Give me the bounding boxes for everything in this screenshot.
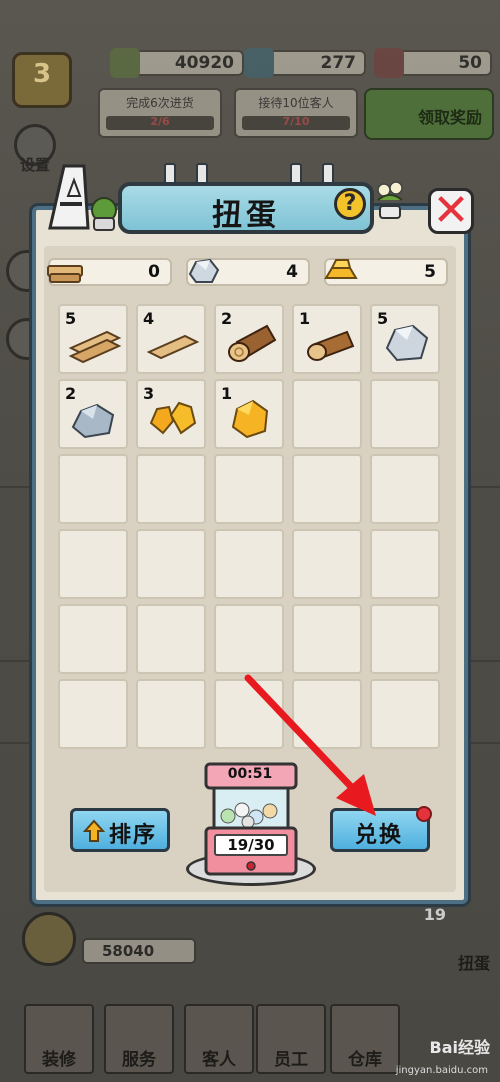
- help-symbol: ?: [343, 191, 357, 216]
- task-progress: 2/6: [150, 115, 170, 128]
- inventory-slot-empty[interactable]: [370, 379, 440, 449]
- tab-label: 员工: [274, 1050, 308, 1070]
- claim-reward-label: 领取奖励: [417, 108, 482, 127]
- task-label: 接待10位客人: [258, 96, 334, 110]
- gold-ore-icon: [231, 399, 269, 439]
- inventory-slot-empty[interactable]: [136, 679, 206, 749]
- task-progress: 7/10: [282, 115, 310, 128]
- summary-gold: 5: [324, 258, 448, 286]
- tutorial-arrow-icon: [244, 674, 376, 816]
- cash-counter: 40920: [110, 48, 244, 78]
- gold-bar-icon: [324, 259, 358, 279]
- watermark-url: jingyan.baidu.com: [395, 1065, 488, 1076]
- sort-button[interactable]: 排序: [70, 808, 170, 852]
- inventory-slot[interactable]: 1: [214, 379, 284, 449]
- inventory-slot-empty[interactable]: [58, 454, 128, 524]
- inventory-slot-empty[interactable]: [214, 604, 284, 674]
- top-hud: 3 40920 277 50 完成6次进货 2/6 接待10位客人 7/10 领…: [0, 0, 500, 174]
- gacha-shortcut-label[interactable]: 扭蛋: [458, 950, 490, 974]
- inventory-slot-empty[interactable]: [370, 529, 440, 599]
- inventory-slot-empty[interactable]: [58, 604, 128, 674]
- video-ad-icon[interactable]: [22, 912, 76, 966]
- sort-label: 排序: [109, 823, 158, 848]
- watermark-brand: Bai经验: [429, 1038, 490, 1057]
- summary-stone: 4: [186, 258, 310, 286]
- tab-label: 服务: [122, 1050, 156, 1070]
- inventory-slot[interactable]: 2: [58, 379, 128, 449]
- inventory-slot[interactable]: 5: [370, 304, 440, 374]
- inventory-slot[interactable]: 3: [136, 379, 206, 449]
- task-card-2[interactable]: 接待10位客人 7/10: [234, 88, 358, 138]
- gold-ore-icon: [149, 401, 197, 435]
- task-label: 完成6次进货: [126, 96, 194, 110]
- close-button[interactable]: ✕: [428, 185, 474, 236]
- cash-value: 40920: [174, 53, 234, 73]
- level-badge[interactable]: 3: [12, 52, 72, 108]
- wood-plank-icon: [47, 265, 83, 283]
- inventory-slot[interactable]: 1: [292, 304, 362, 374]
- gacha-badge: 19: [423, 905, 446, 924]
- summary-count: 0: [148, 262, 160, 282]
- tab-label: 客人: [202, 1050, 236, 1070]
- tab-staff[interactable]: 员工: [256, 1004, 326, 1074]
- arrow-up-icon: [83, 819, 105, 842]
- stone-icon: [71, 403, 115, 439]
- inventory-slot-empty[interactable]: [214, 454, 284, 524]
- stone-icon: [385, 324, 429, 362]
- inventory-slot-empty[interactable]: [370, 454, 440, 524]
- tab-customers[interactable]: 客人: [184, 1004, 254, 1074]
- task-card-1[interactable]: 完成6次进货 2/6: [98, 88, 222, 138]
- tab-decorate[interactable]: 装修: [24, 1004, 94, 1074]
- claim-reward-button[interactable]: 领取奖励: [364, 88, 494, 140]
- inventory-slot-empty[interactable]: [58, 679, 128, 749]
- inventory-slot-empty[interactable]: [58, 529, 128, 599]
- potted-plant-icon: [91, 197, 117, 231]
- cash-icon: [110, 48, 140, 78]
- bottom-money-value: 58040: [102, 942, 155, 960]
- bottom-money-counter: 58040: [82, 938, 196, 964]
- rose-icon: [374, 48, 404, 78]
- task-progress-bar: 2/6: [106, 115, 214, 130]
- log-icon: [307, 330, 355, 361]
- rose-value: 50: [458, 53, 482, 73]
- gem-icon: [244, 48, 274, 78]
- plank-icon: [146, 334, 200, 360]
- tab-label: 仓库: [348, 1050, 382, 1070]
- summary-wood: 0: [47, 258, 172, 286]
- summary-count: 5: [424, 262, 436, 282]
- gem-value: 277: [320, 53, 357, 73]
- tab-warehouse[interactable]: 仓库: [330, 1004, 400, 1074]
- modal-title: 扭蛋: [212, 198, 280, 233]
- gem-counter: 277: [244, 48, 366, 78]
- plank-icon: [68, 330, 122, 364]
- log-icon: [228, 324, 277, 362]
- wet-floor-sign-icon: [48, 164, 90, 230]
- inventory-slot-empty[interactable]: [292, 379, 362, 449]
- stone-icon: [188, 258, 220, 283]
- inventory-slot-empty[interactable]: [292, 454, 362, 524]
- inventory-slot-empty[interactable]: [136, 454, 206, 524]
- inventory-slot-empty[interactable]: [292, 604, 362, 674]
- notification-dot: [416, 806, 432, 822]
- flower-pot-icon: [377, 181, 403, 219]
- level-value: 3: [32, 59, 52, 89]
- inventory-slot[interactable]: 2: [214, 304, 284, 374]
- tab-label: 装修: [42, 1050, 76, 1070]
- inventory-slot-empty[interactable]: [136, 529, 206, 599]
- tab-service[interactable]: 服务: [104, 1004, 174, 1074]
- machine-count: 19/30: [214, 834, 288, 856]
- inventory-slot-empty[interactable]: [214, 529, 284, 599]
- task-progress-bar: 7/10: [242, 115, 350, 130]
- help-icon[interactable]: ?: [334, 188, 366, 220]
- summary-count: 4: [286, 262, 298, 282]
- close-icon: ✕: [432, 185, 470, 236]
- inventory-slot-empty[interactable]: [136, 604, 206, 674]
- inventory-slot[interactable]: 4: [136, 304, 206, 374]
- inventory-slot-empty[interactable]: [292, 529, 362, 599]
- rose-counter: 50: [374, 48, 492, 78]
- inventory-slot[interactable]: 5: [58, 304, 128, 374]
- inventory-slot-empty[interactable]: [370, 604, 440, 674]
